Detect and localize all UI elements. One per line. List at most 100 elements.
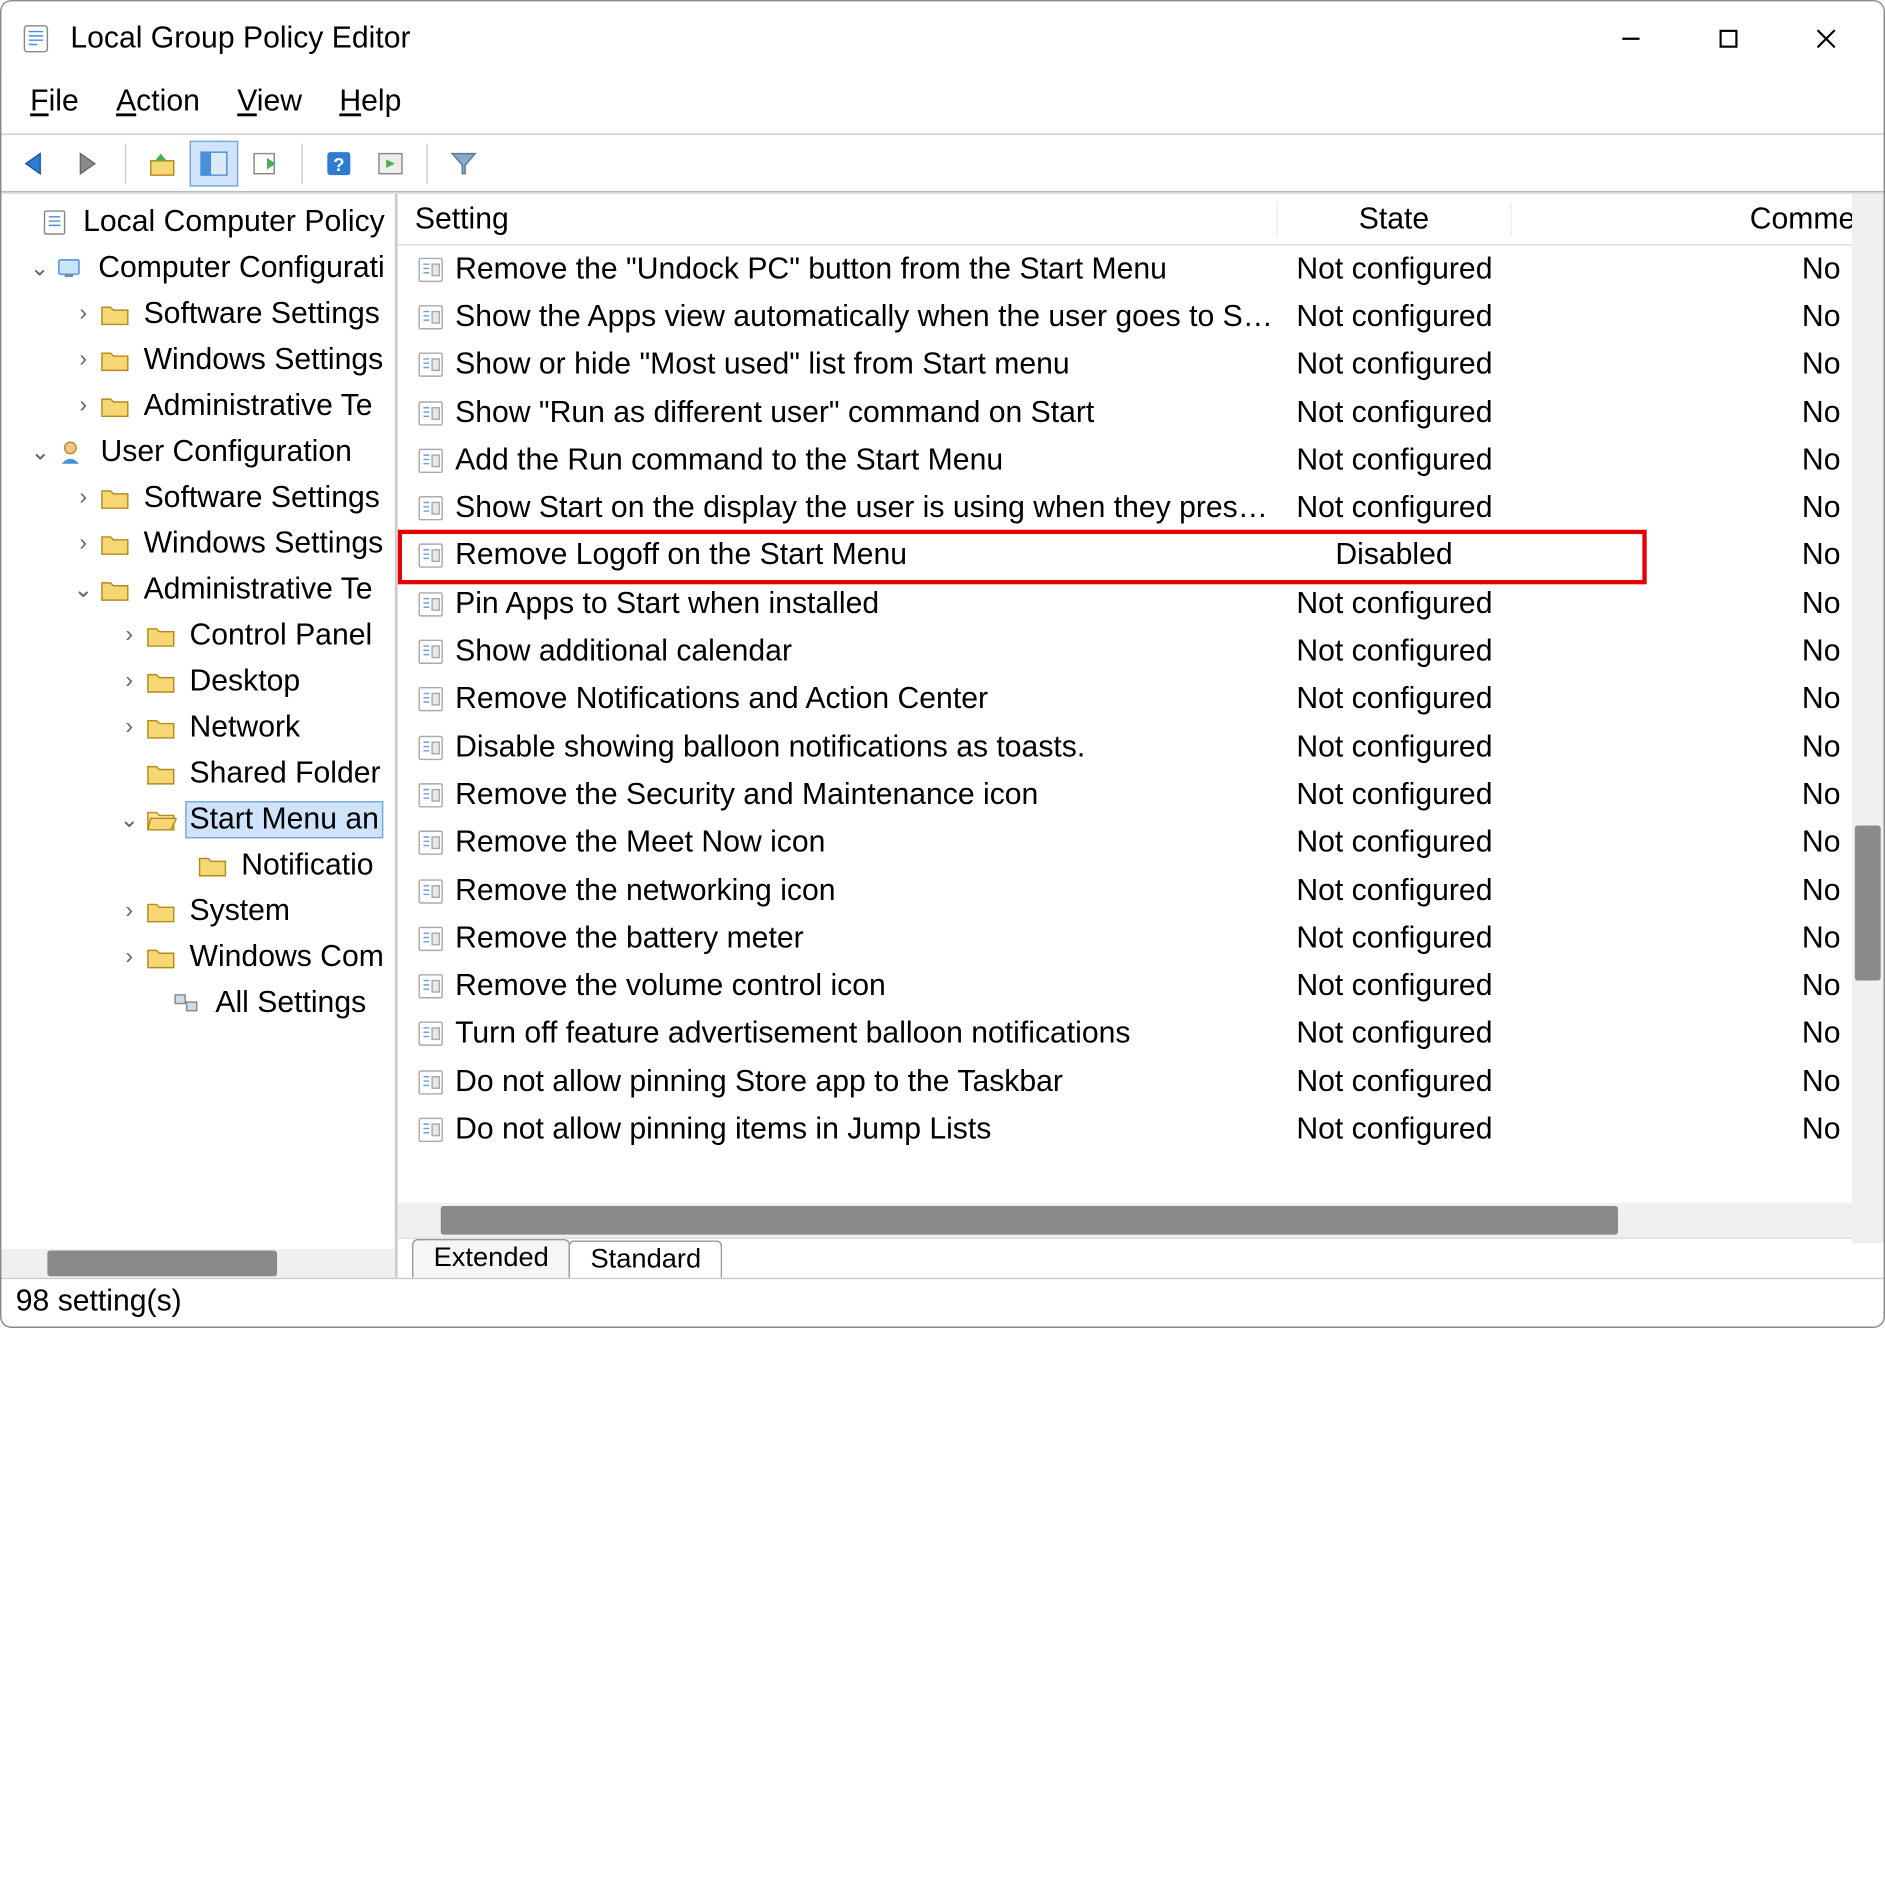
minimize-button[interactable] — [1582, 10, 1680, 67]
menu-action[interactable]: Action — [116, 85, 200, 119]
tree-start-menu[interactable]: ⌄ Start Menu an — [7, 797, 395, 843]
setting-row[interactable]: Remove the battery meterNot configuredNo — [398, 915, 1884, 963]
column-state[interactable]: State — [1276, 202, 1511, 236]
setting-comment: No — [1512, 348, 1884, 382]
setting-state: Not configured — [1276, 1017, 1511, 1051]
expand-icon[interactable]: › — [116, 669, 142, 695]
expand-icon[interactable]: › — [116, 715, 142, 741]
tree-cc-software[interactable]: › Software Settings — [7, 291, 395, 337]
setting-name: Do not allow pinning items in Jump Lists — [455, 1113, 1276, 1147]
folder-icon — [145, 761, 177, 787]
tree-control-panel[interactable]: › Control Panel — [7, 613, 395, 659]
tree-user-config[interactable]: ⌄ User Configuration — [7, 429, 395, 475]
collapse-icon[interactable]: ⌄ — [27, 438, 53, 467]
setting-row[interactable]: Disable showing balloon notifications as… — [398, 724, 1884, 772]
setting-state: Not configured — [1276, 874, 1511, 908]
setting-row[interactable]: Remove the Meet Now iconNot configuredNo — [398, 819, 1884, 867]
settings-list[interactable]: Remove the "Undock PC" button from the S… — [398, 245, 1884, 1203]
maximize-button[interactable] — [1680, 10, 1778, 67]
setting-comment: No — [1512, 778, 1884, 812]
tree-all-settings[interactable]: All Settings — [7, 981, 395, 1027]
settings-horizontal-scrollbar[interactable] — [398, 1203, 1884, 1237]
collapse-icon[interactable]: ⌄ — [70, 576, 96, 605]
help-button[interactable]: ? — [314, 140, 363, 186]
tree-cc-admin[interactable]: › Administrative Te — [7, 383, 395, 429]
expand-icon[interactable]: › — [116, 899, 142, 925]
setting-row[interactable]: Show additional calendarNot configuredNo — [398, 628, 1884, 676]
expand-icon[interactable]: › — [116, 623, 142, 649]
setting-name: Remove Logoff on the Start Menu — [455, 539, 1276, 573]
tree-uc-admin[interactable]: ⌄ Administrative Te — [7, 567, 395, 613]
export-button[interactable] — [241, 140, 290, 186]
expand-icon[interactable]: › — [116, 945, 142, 971]
setting-row[interactable]: Show "Run as different user" command on … — [398, 389, 1884, 437]
scrollbar-thumb[interactable] — [1855, 825, 1881, 980]
setting-row[interactable]: Add the Run command to the Start MenuNot… — [398, 437, 1884, 485]
menu-file[interactable]: File — [30, 85, 79, 119]
vertical-scrollbar[interactable] — [1852, 194, 1884, 1243]
expand-icon[interactable]: › — [70, 531, 96, 557]
setting-row[interactable]: Remove the volume control iconNot config… — [398, 963, 1884, 1011]
setting-row[interactable]: Show or hide "Most used" list from Start… — [398, 341, 1884, 389]
show-hide-tree-button[interactable] — [190, 140, 239, 186]
menu-view[interactable]: View — [237, 85, 302, 119]
toolbar-separator — [426, 143, 427, 183]
scrollbar-thumb[interactable] — [47, 1250, 277, 1276]
expand-icon[interactable]: › — [70, 301, 96, 327]
setting-row[interactable]: Do not allow pinning Store app to the Ta… — [398, 1058, 1884, 1106]
setting-row[interactable]: Show Start on the display the user is us… — [398, 485, 1884, 533]
close-button[interactable] — [1777, 10, 1875, 67]
tree-desktop[interactable]: › Desktop — [7, 659, 395, 705]
tree-uc-windows[interactable]: › Windows Settings — [7, 521, 395, 567]
setting-comment: No — [1512, 1017, 1884, 1051]
filter-button[interactable] — [439, 140, 488, 186]
tree-pane: Local Computer Policy ⌄ Computer Configu… — [1, 194, 397, 1278]
tree-shared-folders[interactable]: Shared Folder — [7, 751, 395, 797]
setting-row[interactable]: Remove the "Undock PC" button from the S… — [398, 245, 1884, 293]
policy-item-icon — [415, 827, 447, 859]
refresh-button[interactable] — [366, 140, 415, 186]
setting-name: Show or hide "Most used" list from Start… — [455, 348, 1276, 382]
expand-icon[interactable]: › — [70, 347, 96, 373]
tab-standard[interactable]: Standard — [569, 1240, 723, 1277]
tree-notifications[interactable]: Notificatio — [7, 843, 395, 889]
gpedit-window: Local Group Policy Editor File Action Vi… — [0, 0, 1885, 1328]
tree-computer-config[interactable]: ⌄ Computer Configurati — [7, 245, 395, 291]
setting-row[interactable]: Remove Logoff on the Start MenuDisabledN… — [398, 532, 1884, 580]
main-body: Local Computer Policy ⌄ Computer Configu… — [1, 192, 1883, 1277]
tree-view[interactable]: Local Computer Policy ⌄ Computer Configu… — [1, 194, 394, 1249]
expand-icon[interactable]: › — [70, 393, 96, 419]
tree-windows-components[interactable]: › Windows Com — [7, 935, 395, 981]
tree-root[interactable]: Local Computer Policy — [7, 200, 395, 246]
column-setting[interactable]: Setting — [398, 202, 1277, 236]
column-comment[interactable]: Commen — [1512, 202, 1884, 236]
setting-row[interactable]: Show the Apps view automatically when th… — [398, 293, 1884, 341]
tree-uc-software[interactable]: › Software Settings — [7, 475, 395, 521]
statusbar: 98 setting(s) — [1, 1278, 1883, 1327]
tree-horizontal-scrollbar[interactable] — [1, 1249, 394, 1278]
setting-row[interactable]: Remove the Security and Maintenance icon… — [398, 771, 1884, 819]
setting-comment: No — [1512, 491, 1884, 525]
menu-help[interactable]: Help — [339, 85, 401, 119]
policy-item-icon — [415, 1066, 447, 1098]
tab-extended[interactable]: Extended — [412, 1239, 570, 1278]
setting-row[interactable]: Do not allow pinning items in Jump Lists… — [398, 1106, 1884, 1154]
setting-row[interactable]: Pin Apps to Start when installedNot conf… — [398, 580, 1884, 628]
tree-system[interactable]: › System — [7, 889, 395, 935]
setting-row[interactable]: Turn off feature advertisement balloon n… — [398, 1010, 1884, 1058]
scrollbar-thumb[interactable] — [441, 1206, 1618, 1235]
up-button[interactable] — [138, 140, 187, 186]
setting-row[interactable]: Remove Notifications and Action CenterNo… — [398, 676, 1884, 724]
expand-icon[interactable]: › — [70, 485, 96, 511]
setting-state: Not configured — [1276, 778, 1511, 812]
forward-button[interactable] — [65, 140, 114, 186]
back-button[interactable] — [13, 140, 62, 186]
folder-icon — [197, 853, 229, 879]
collapse-icon[interactable]: ⌄ — [116, 805, 142, 834]
setting-name: Remove the volume control icon — [455, 969, 1276, 1003]
collapse-icon[interactable]: ⌄ — [27, 254, 52, 283]
tree-cc-windows[interactable]: › Windows Settings — [7, 337, 395, 383]
tree-network[interactable]: › Network — [7, 705, 395, 751]
setting-row[interactable]: Remove the networking iconNot configured… — [398, 867, 1884, 915]
policy-item-icon — [415, 540, 447, 572]
